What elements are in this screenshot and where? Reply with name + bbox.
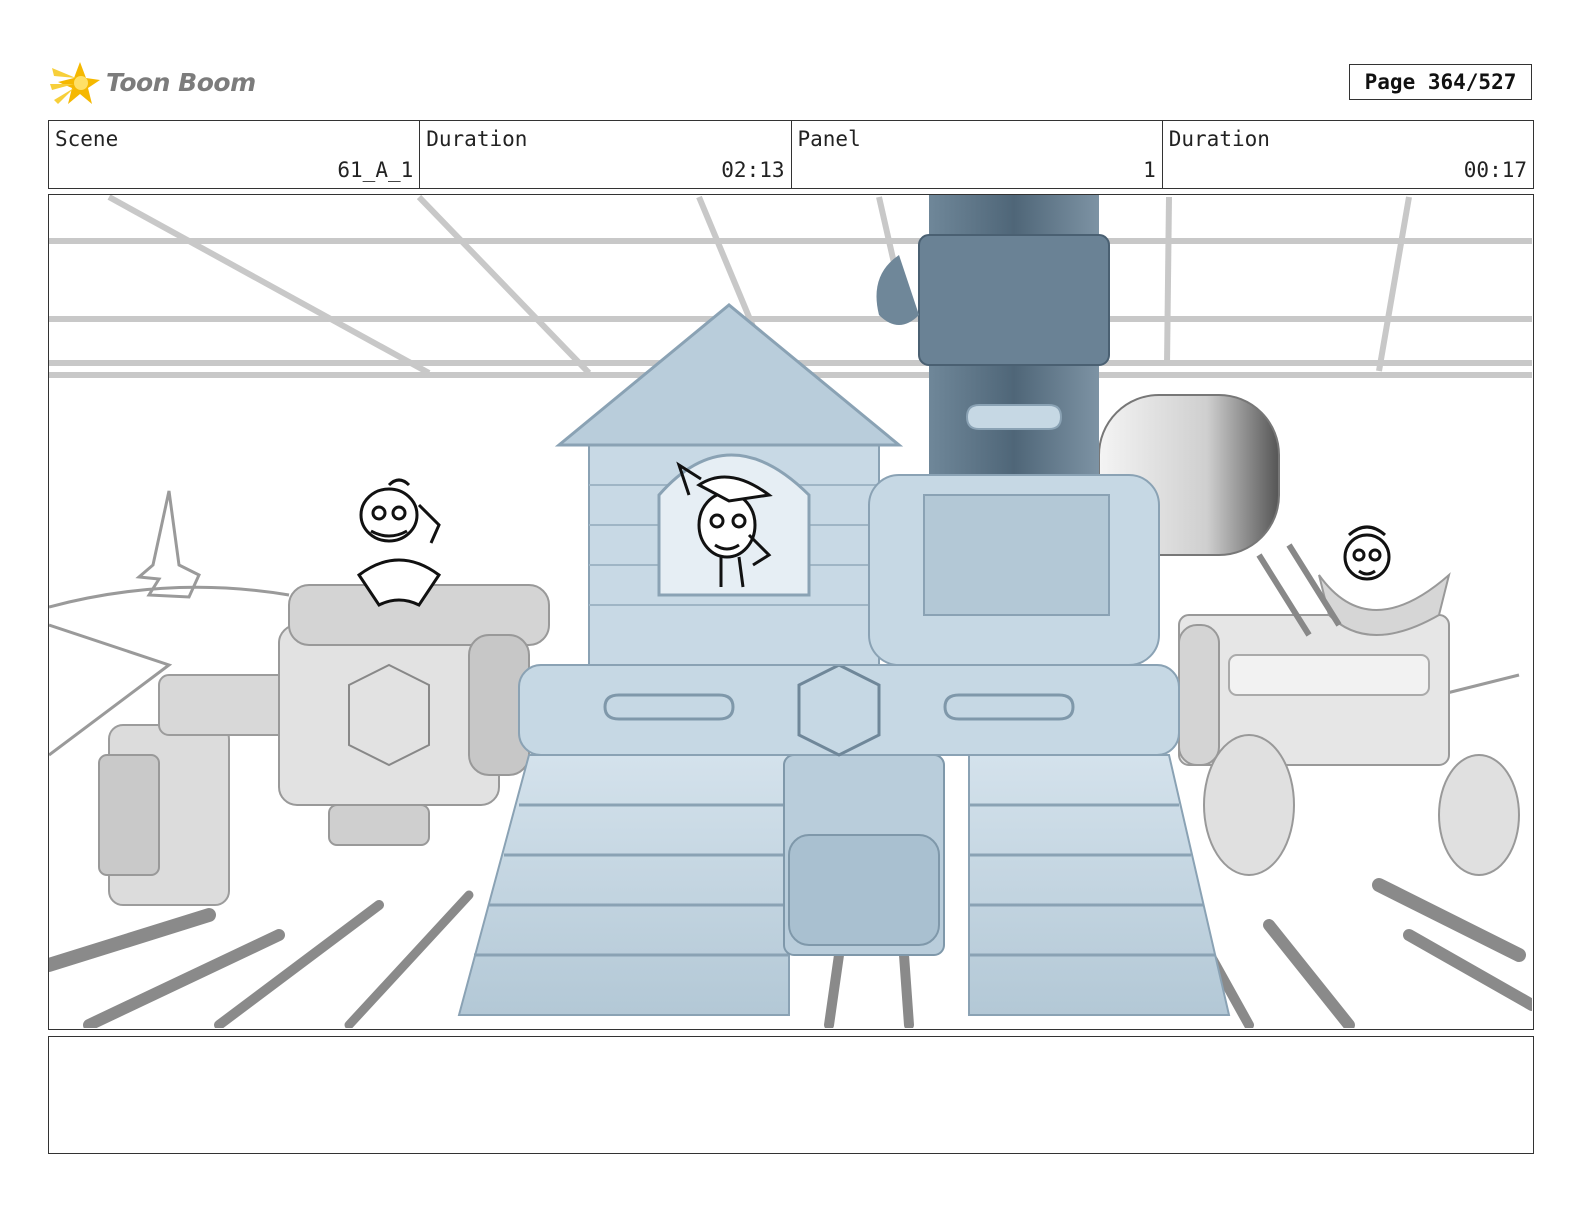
panel-value: 1 <box>1143 158 1156 182</box>
panel-info-row: Scene 61_A_1 Duration 02:13 Panel 1 Dura… <box>48 120 1534 189</box>
scene-label: Scene <box>55 127 119 151</box>
panel-duration-value: 00:17 <box>1463 158 1527 182</box>
panel-label: Panel <box>797 127 861 151</box>
panel-duration-label: Duration <box>1168 127 1270 151</box>
left-vehicle <box>98 584 550 906</box>
scene-value: 61_A_1 <box>337 158 414 182</box>
logo-starburst-icon <box>50 62 100 104</box>
scene-duration-label: Duration <box>426 127 528 151</box>
center-vehicle-crossbeam <box>518 663 1180 757</box>
storyboard-panel-image <box>48 194 1534 1030</box>
storyboard-illustration <box>49 195 1532 1028</box>
page-indicator: Page 364/527 <box>1349 64 1532 100</box>
panel-duration-cell: Duration 00:17 <box>1163 121 1533 188</box>
panel-cell: Panel 1 <box>792 121 1163 188</box>
scene-duration-value: 02:13 <box>721 158 785 182</box>
scene-duration-cell: Duration 02:13 <box>420 121 792 188</box>
center-vehicle-tracks <box>457 754 1231 1016</box>
scene-cell: Scene 61_A_1 <box>49 121 421 188</box>
ceiling-grid <box>49 195 1532 378</box>
character-sketch-right <box>1343 525 1391 581</box>
toon-boom-logo: Toon Boom <box>50 56 256 108</box>
panel-notes <box>48 1036 1534 1154</box>
logo-text: Toon Boom <box>106 67 256 97</box>
character-sketch-left <box>356 478 442 607</box>
